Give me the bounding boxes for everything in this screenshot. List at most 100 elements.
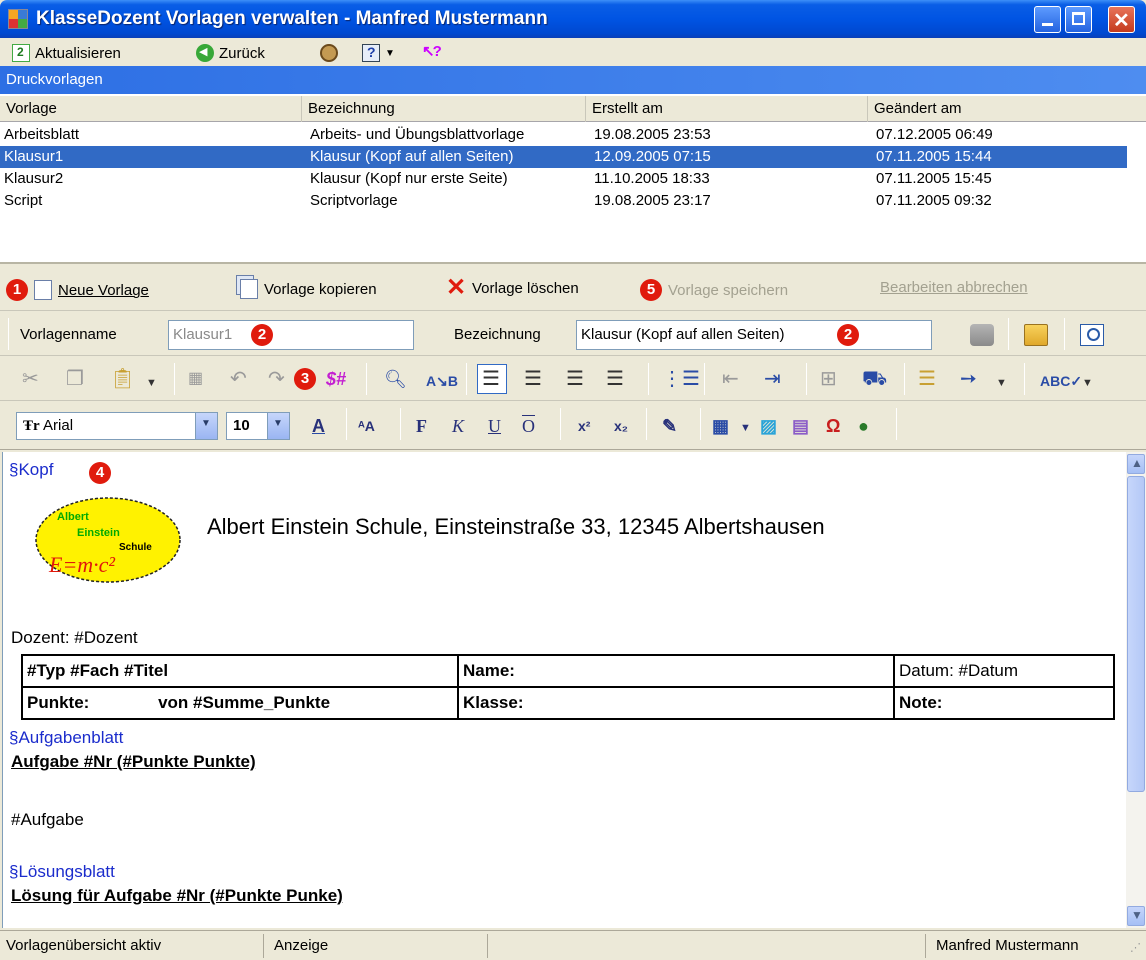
bullet-list-icon[interactable]: ⋮☰ xyxy=(662,367,700,391)
column-header-erstellt[interactable]: Erstellt am xyxy=(586,96,868,122)
table-cell: Klasse: xyxy=(457,686,895,720)
user-button[interactable] xyxy=(320,42,338,64)
vertical-scrollbar[interactable]: ▲ ▼ xyxy=(1126,452,1146,928)
copy-icon[interactable]: ❐ xyxy=(66,367,84,391)
italic-icon[interactable]: K xyxy=(452,414,464,438)
preview-icon[interactable] xyxy=(1080,324,1104,346)
new-template-button[interactable]: 1 Neue Vorlage xyxy=(6,279,149,301)
grade-field-label: Note: xyxy=(899,693,943,712)
list-row[interactable]: Arbeitsblatt Arbeits- und Übungsblattvor… xyxy=(0,124,1127,146)
back-button[interactable]: Zurück xyxy=(196,42,265,64)
overline-icon[interactable]: O xyxy=(522,414,535,438)
whats-this-button[interactable] xyxy=(422,42,440,64)
cell-erstellt: 19.08.2005 23:17 xyxy=(594,192,711,209)
insert-table-icon[interactable]: ▦ xyxy=(712,414,729,438)
template-name-label: Vorlagenname xyxy=(20,326,117,343)
maximize-icon xyxy=(1072,12,1085,25)
refresh-button[interactable]: Aktualisieren xyxy=(12,42,121,64)
callout-badge: 3 xyxy=(294,368,316,390)
title-bar[interactable]: KlasseDozent Vorlagen verwalten - Manfre… xyxy=(0,0,1146,38)
description-field[interactable]: Klausur (Kopf auf allen Seiten) 2 xyxy=(576,320,932,350)
separator xyxy=(174,363,175,395)
save-template-button[interactable]: 5 Vorlage speichern xyxy=(640,279,788,301)
minimize-button[interactable] xyxy=(1034,6,1061,33)
highlight-pen-icon[interactable]: ✎ xyxy=(662,414,677,438)
separator xyxy=(8,318,9,350)
redo-icon[interactable]: ↷ xyxy=(268,367,285,391)
column-header-bezeichnung[interactable]: Bezeichnung xyxy=(302,96,586,122)
open-folder-icon[interactable] xyxy=(1024,324,1048,346)
template-editor[interactable]: §Kopf 4 Albert Einstein Schule E=m·c² Al… xyxy=(2,452,1126,928)
undo-icon[interactable]: ↶ xyxy=(230,367,247,391)
chevron-down-icon[interactable] xyxy=(267,413,289,439)
help-button[interactable]: ▼ xyxy=(362,42,395,64)
align-center-icon[interactable]: ☰ xyxy=(524,367,542,391)
close-button[interactable]: ✕ xyxy=(1108,6,1135,33)
indent-icon[interactable]: ⇥ xyxy=(764,367,781,391)
edit-toolbar: 1 Neue Vorlage Vorlage kopieren ✕ Vorlag… xyxy=(0,267,1146,311)
placeholder-insert-icon[interactable]: $# xyxy=(326,367,346,391)
separator xyxy=(1064,318,1065,350)
insert-link-icon[interactable]: ● xyxy=(858,414,869,438)
copy-template-button[interactable]: Vorlage kopieren xyxy=(240,279,377,299)
font-family-select[interactable]: Ŧr Arial xyxy=(16,412,218,440)
delete-template-label: Vorlage löschen xyxy=(472,279,579,297)
outdent-icon[interactable]: ⇤ xyxy=(722,367,739,391)
font-color-icon[interactable]: A xyxy=(312,414,325,438)
chevron-down-icon[interactable] xyxy=(195,413,217,439)
cell-vorlage: Script xyxy=(4,192,43,209)
find-icon[interactable]: 🔍︎ xyxy=(384,367,407,391)
callout-badge: 2 xyxy=(251,324,273,346)
chevron-up-icon: ▲ xyxy=(1131,456,1143,470)
insert-image-icon[interactable]: ▨ xyxy=(760,414,777,438)
separator xyxy=(646,408,647,440)
callout-badge: 4 xyxy=(89,462,111,484)
column-header-vorlage[interactable]: Vorlage xyxy=(0,96,302,122)
line-style-icon[interactable]: ➙ xyxy=(960,367,977,391)
scroll-thumb[interactable] xyxy=(1127,476,1145,792)
insert-object-icon[interactable]: ▤ xyxy=(792,414,809,438)
chevron-down-icon[interactable]: ▼ xyxy=(1082,371,1093,395)
chevron-down-icon[interactable]: ▼ xyxy=(996,371,1007,395)
list-row-selected[interactable]: Klausur1 Klausur (Kopf auf allen Seiten)… xyxy=(0,146,1127,168)
special-char-icon[interactable]: Ω xyxy=(826,414,840,438)
table-cell-icon[interactable]: ⊞ xyxy=(820,367,837,391)
list-row[interactable]: Script Scriptvorlage 19.08.2005 23:17 07… xyxy=(0,190,1127,212)
superscript-icon[interactable]: x² xyxy=(578,414,590,438)
column-header-geaendert[interactable]: Geändert am xyxy=(868,96,1146,122)
scroll-up-button[interactable]: ▲ xyxy=(1127,454,1145,474)
delete-template-button[interactable]: ✕ Vorlage löschen xyxy=(446,276,579,300)
line-spacing-icon[interactable]: ☰ xyxy=(918,367,936,391)
template-name-field[interactable]: Klausur1 2 xyxy=(168,320,414,350)
templates-list[interactable]: Vorlage Bezeichnung Erstellt am Geändert… xyxy=(0,94,1146,264)
cancel-edit-button[interactable]: Bearbeiten abbrechen xyxy=(880,279,1028,296)
list-row[interactable]: Klausur2 Klausur (Kopf nur erste Seite) … xyxy=(0,168,1127,190)
spellcheck-icon[interactable]: ABC✓ xyxy=(1040,369,1082,393)
cell-erstellt: 12.09.2005 07:15 xyxy=(594,148,711,165)
scroll-down-button[interactable]: ▼ xyxy=(1127,906,1145,926)
chevron-down-icon[interactable]: ▼ xyxy=(385,48,395,59)
chevron-down-icon[interactable]: ▼ xyxy=(740,416,751,440)
bold-icon[interactable]: F xyxy=(416,414,427,438)
replace-icon[interactable]: A↘B xyxy=(426,369,458,393)
resize-grip-icon[interactable]: ⋰ xyxy=(1130,941,1141,954)
underline-icon[interactable]: U xyxy=(488,414,501,438)
select-all-icon[interactable]: ▦ xyxy=(188,367,203,391)
task-body: #Aufgabe xyxy=(11,810,84,829)
text-size-icon[interactable]: ᴬA xyxy=(358,414,375,438)
maximize-button[interactable] xyxy=(1065,6,1092,33)
cut-icon[interactable]: ✂ xyxy=(22,367,39,391)
font-size-select[interactable]: 10 xyxy=(226,412,290,440)
status-panel-user: Manfred Mustermann xyxy=(936,937,1079,954)
separator xyxy=(904,363,905,395)
paste-icon[interactable]: 📋︎ xyxy=(110,367,135,391)
chevron-down-icon[interactable]: ▼ xyxy=(146,371,157,395)
align-right-icon[interactable]: ☰ xyxy=(566,367,584,391)
folder-disabled-icon[interactable] xyxy=(970,324,994,346)
justify-icon[interactable]: ☰ xyxy=(606,367,624,391)
cell-geaendert: 07.11.2005 15:44 xyxy=(876,148,992,165)
refresh-label: Aktualisieren xyxy=(35,44,121,62)
fill-color-icon[interactable]: ⛟ xyxy=(862,367,887,391)
section-marker-kopf: §Kopf xyxy=(9,460,54,479)
subscript-icon[interactable]: x₂ xyxy=(614,414,628,438)
